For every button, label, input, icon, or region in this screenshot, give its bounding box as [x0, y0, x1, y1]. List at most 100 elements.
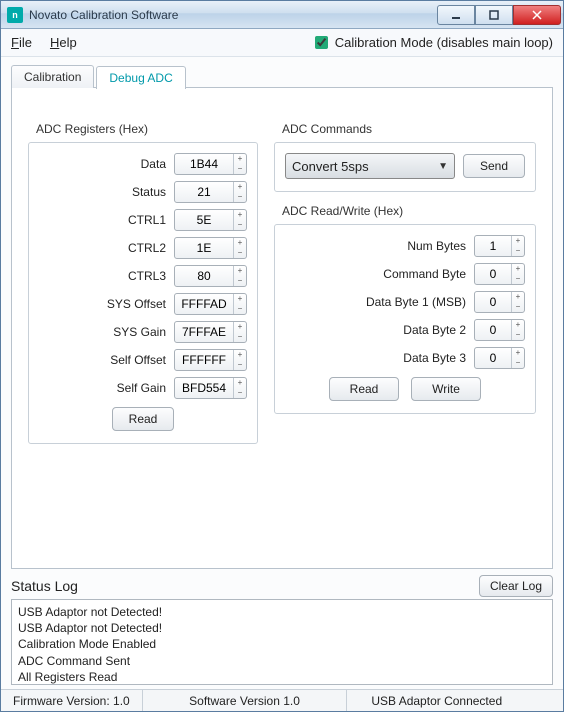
adc-register-input-wrap: +− [174, 209, 247, 231]
adc-rw-read-button[interactable]: Read [329, 377, 399, 401]
status-log-line: USB Adaptor not Detected! [18, 620, 546, 636]
calibration-mode-checkbox[interactable] [315, 36, 328, 49]
spin-buttons: +− [511, 292, 524, 312]
spin-up-icon[interactable]: + [234, 322, 246, 332]
adc-rw-input[interactable] [475, 348, 511, 368]
adc-rw-input-wrap: +− [474, 291, 525, 313]
adc-register-label: Self Gain [117, 381, 166, 395]
adc-register-label: Data [141, 157, 166, 171]
minimize-button[interactable] [437, 5, 475, 25]
spin-down-icon[interactable]: − [512, 330, 524, 340]
adc-register-input[interactable] [175, 238, 233, 258]
spin-up-icon[interactable]: + [512, 264, 524, 274]
adc-register-label: CTRL2 [128, 241, 166, 255]
adc-rw-input[interactable] [475, 236, 511, 256]
maximize-icon [489, 10, 499, 20]
tab-calibration[interactable]: Calibration [11, 65, 94, 88]
spin-up-icon[interactable]: + [234, 378, 246, 388]
adc-register-input[interactable] [175, 322, 233, 342]
adc-register-input[interactable] [175, 378, 233, 398]
spin-up-icon[interactable]: + [512, 348, 524, 358]
adc-register-label: Status [132, 185, 166, 199]
spin-down-icon[interactable]: − [512, 274, 524, 284]
menu-file[interactable]: File [11, 35, 32, 50]
spin-up-icon[interactable]: + [234, 238, 246, 248]
spin-down-icon[interactable]: − [234, 192, 246, 202]
spin-up-icon[interactable]: + [512, 320, 524, 330]
spin-up-icon[interactable]: + [234, 154, 246, 164]
adc-rw-write-button[interactable]: Write [411, 377, 481, 401]
adc-rw-input-wrap: +− [474, 347, 525, 369]
chevron-down-icon: ▼ [438, 161, 448, 172]
spin-buttons: +− [511, 348, 524, 368]
adc-rw-label: Data Byte 2 [403, 323, 466, 337]
spin-buttons: +− [233, 210, 246, 230]
adc-rw-input-wrap: +− [474, 235, 525, 257]
adc-register-input[interactable] [175, 266, 233, 286]
adc-registers-group: ADC Registers (Hex) Data+−Status+−CTRL1+… [28, 122, 258, 444]
spin-down-icon[interactable]: − [234, 220, 246, 230]
minimize-icon [451, 10, 461, 20]
adc-commands-title: ADC Commands [282, 122, 536, 136]
spin-down-icon[interactable]: − [234, 164, 246, 174]
status-firmware: Firmware Version: 1.0 [1, 690, 143, 711]
spin-down-icon[interactable]: − [234, 332, 246, 342]
tab-debug-adc[interactable]: Debug ADC [96, 66, 185, 89]
adc-command-send-button[interactable]: Send [463, 154, 525, 178]
clear-log-button[interactable]: Clear Log [479, 575, 553, 597]
adc-registers-title: ADC Registers (Hex) [36, 122, 258, 136]
adc-register-input[interactable] [175, 350, 233, 370]
adc-register-input-wrap: +− [174, 265, 247, 287]
adc-command-select[interactable]: Convert 5sps ▼ [285, 153, 455, 179]
spin-buttons: +− [233, 154, 246, 174]
adc-commands-group: ADC Commands Convert 5sps ▼ Send [274, 122, 536, 192]
adc-rw-input[interactable] [475, 264, 511, 284]
adc-rw-row: Data Byte 1 (MSB)+− [285, 291, 525, 313]
adc-register-input[interactable] [175, 154, 233, 174]
app-window: n Novato Calibration Software File Help … [0, 0, 564, 712]
close-button[interactable] [513, 5, 561, 25]
spin-down-icon[interactable]: − [234, 388, 246, 398]
spin-down-icon[interactable]: − [234, 304, 246, 314]
adc-rw-label: Data Byte 3 [403, 351, 466, 365]
status-section: Status Log Clear Log USB Adaptor not Det… [11, 575, 553, 685]
adc-register-input[interactable] [175, 210, 233, 230]
spin-down-icon[interactable]: − [234, 360, 246, 370]
adc-rw-input-wrap: +− [474, 263, 525, 285]
spin-buttons: +− [511, 264, 524, 284]
adc-register-label: CTRL3 [128, 269, 166, 283]
adc-register-row: Data +− [39, 153, 247, 175]
adc-register-input-wrap: +− [174, 321, 247, 343]
adc-rw-row: Num Bytes+− [285, 235, 525, 257]
adc-rw-input-wrap: +− [474, 319, 525, 341]
spin-buttons: +− [233, 322, 246, 342]
adc-rw-input[interactable] [475, 320, 511, 340]
status-usb: USB Adaptor Connected [347, 690, 563, 711]
spin-up-icon[interactable]: + [512, 236, 524, 246]
adc-commands-box: Convert 5sps ▼ Send [274, 142, 536, 192]
adc-register-row: CTRL1+− [39, 209, 247, 231]
maximize-button[interactable] [475, 5, 513, 25]
client-area: Calibration Debug ADC ADC Registers (Hex… [1, 57, 563, 689]
status-log-box[interactable]: USB Adaptor not Detected!USB Adaptor not… [11, 599, 553, 685]
spin-up-icon[interactable]: + [234, 266, 246, 276]
menu-help[interactable]: Help [50, 35, 77, 50]
adc-register-input[interactable] [175, 294, 233, 314]
adc-register-input[interactable] [175, 182, 233, 202]
spin-up-icon[interactable]: + [234, 182, 246, 192]
spin-down-icon[interactable]: − [512, 358, 524, 368]
calibration-mode-toggle[interactable]: Calibration Mode (disables main loop) [311, 33, 553, 52]
spin-down-icon[interactable]: − [234, 248, 246, 258]
adc-registers-box: Data+−Status+−CTRL1+−CTRL2+−CTRL3+−SYS O… [28, 142, 258, 444]
spin-up-icon[interactable]: + [234, 294, 246, 304]
window-title: Novato Calibration Software [29, 8, 437, 22]
spin-down-icon[interactable]: − [512, 246, 524, 256]
adc-registers-read-button[interactable]: Read [112, 407, 175, 431]
spin-down-icon[interactable]: − [512, 302, 524, 312]
spin-up-icon[interactable]: + [234, 210, 246, 220]
adc-command-selected: Convert 5sps [292, 159, 369, 174]
adc-rw-input[interactable] [475, 292, 511, 312]
spin-down-icon[interactable]: − [234, 276, 246, 286]
spin-up-icon[interactable]: + [512, 292, 524, 302]
spin-up-icon[interactable]: + [234, 350, 246, 360]
